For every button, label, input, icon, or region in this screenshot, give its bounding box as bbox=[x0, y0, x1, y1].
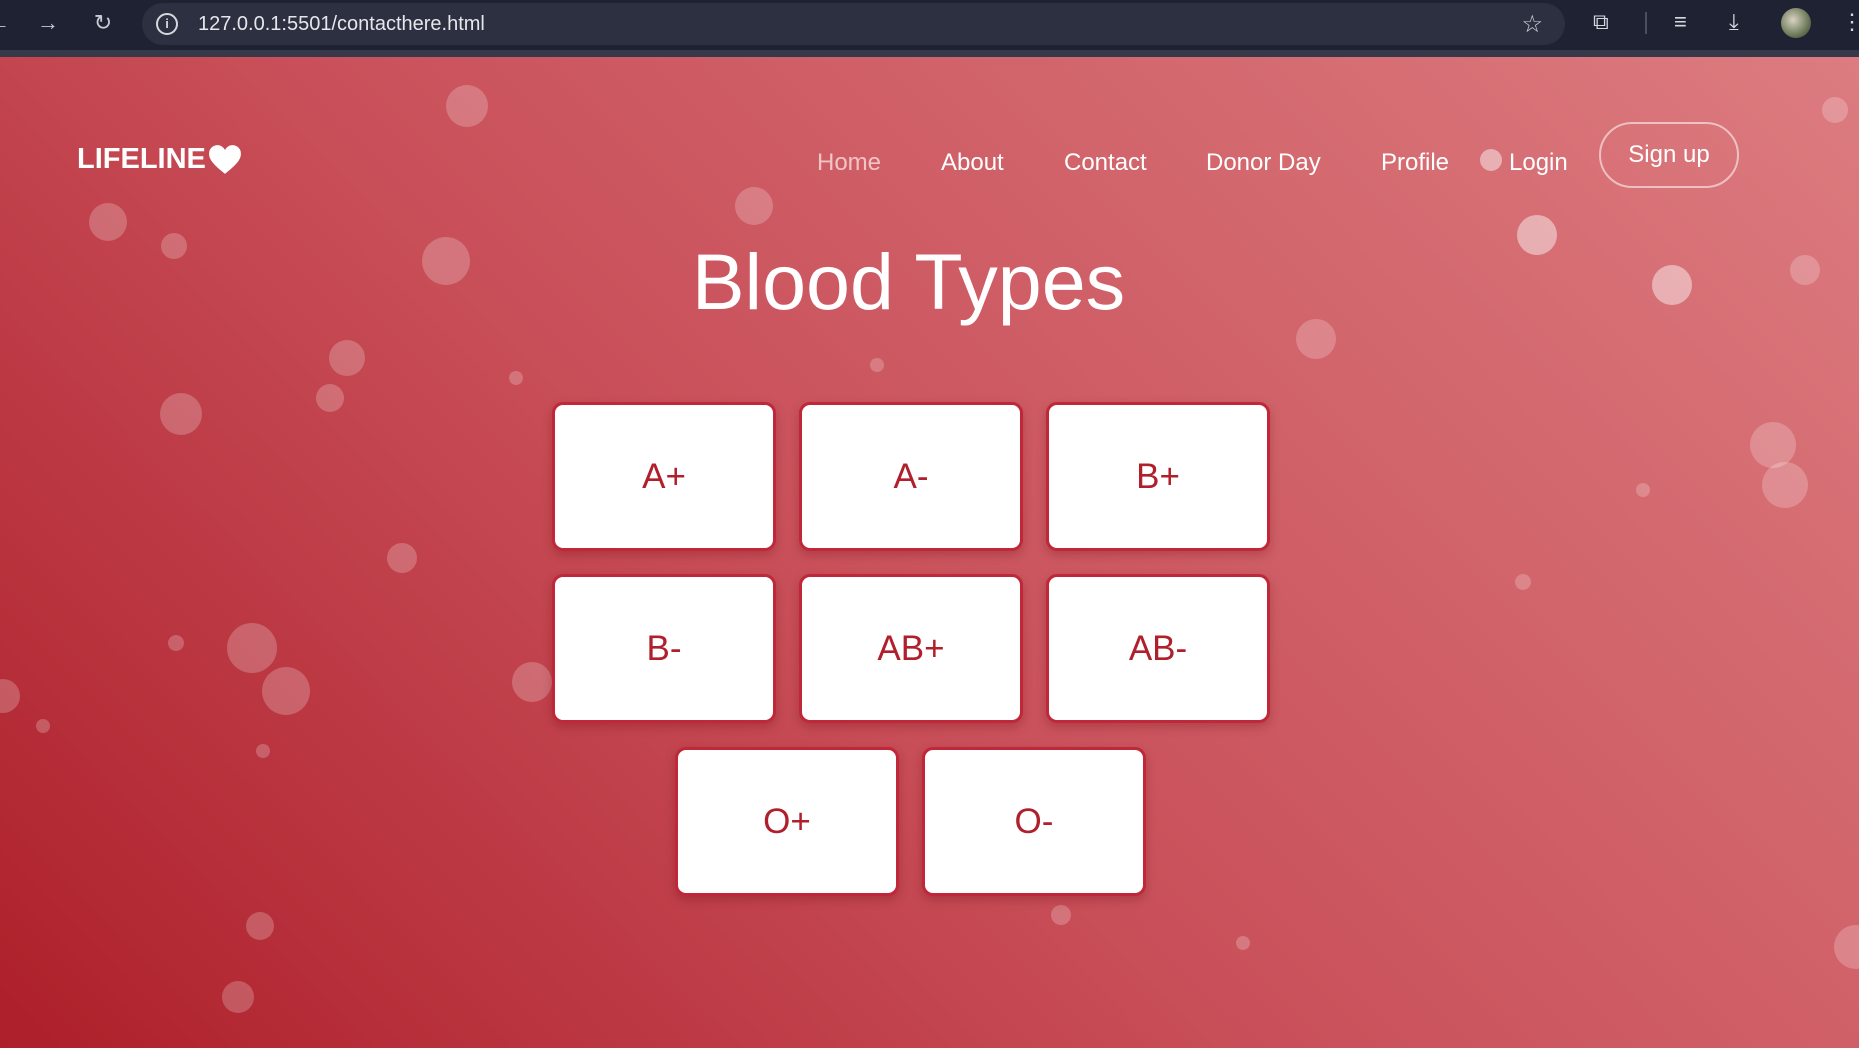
decorative-bubble bbox=[246, 912, 274, 940]
blood-type-card-a-pos[interactable]: A+ bbox=[552, 402, 776, 551]
decorative-bubble bbox=[1236, 936, 1250, 950]
decorative-bubble bbox=[227, 623, 277, 673]
decorative-bubble bbox=[168, 635, 184, 651]
forward-arrow-icon[interactable]: → bbox=[35, 10, 61, 36]
decorative-bubble bbox=[512, 662, 552, 702]
extensions-icon[interactable]: ⧉ bbox=[1593, 9, 1609, 35]
nav-link-profile[interactable]: Profile bbox=[1381, 143, 1449, 183]
info-icon[interactable]: i bbox=[156, 13, 178, 35]
decorative-bubble bbox=[329, 340, 365, 376]
back-arrow-icon[interactable]: ← bbox=[0, 10, 12, 36]
toolbar-divider bbox=[1645, 12, 1647, 34]
login-indicator-dot bbox=[1480, 149, 1502, 171]
url-text[interactable]: 127.0.0.1:5501/contacthere.html bbox=[198, 13, 485, 35]
decorative-bubble bbox=[1636, 483, 1650, 497]
blood-type-card-o-pos[interactable]: O+ bbox=[675, 747, 899, 896]
blood-type-card-ab-neg[interactable]: AB- bbox=[1046, 574, 1270, 723]
decorative-bubble bbox=[387, 543, 417, 573]
decorative-bubble bbox=[446, 85, 488, 127]
blood-type-card-a-neg[interactable]: A- bbox=[799, 402, 1023, 551]
profile-avatar[interactable] bbox=[1781, 8, 1811, 38]
signup-button[interactable]: Sign up bbox=[1599, 122, 1739, 188]
decorative-bubble bbox=[870, 358, 884, 372]
decorative-bubble bbox=[0, 679, 20, 713]
address-bar[interactable]: i 127.0.0.1:5501/contacthere.html ☆ bbox=[142, 3, 1565, 45]
media-queue-icon[interactable]: ≡ bbox=[1674, 9, 1687, 35]
nav-link-contact[interactable]: Contact bbox=[1064, 143, 1147, 183]
decorative-bubble bbox=[262, 667, 310, 715]
decorative-bubble bbox=[1834, 925, 1859, 969]
download-icon[interactable]: ⤓ bbox=[1729, 9, 1739, 35]
decorative-bubble bbox=[256, 744, 270, 758]
blood-type-card-ab-pos[interactable]: AB+ bbox=[799, 574, 1023, 723]
decorative-bubble bbox=[1762, 462, 1808, 508]
main-nav: Home About Contact Donor Day Profile Log… bbox=[0, 143, 1859, 183]
decorative-bubble bbox=[1750, 422, 1796, 468]
blood-type-card-b-neg[interactable]: B- bbox=[552, 574, 776, 723]
menu-icon[interactable]: ⋮ bbox=[1841, 9, 1859, 35]
decorative-bubble bbox=[735, 187, 773, 225]
nav-link-donor-day[interactable]: Donor Day bbox=[1206, 143, 1321, 183]
page-title: Blood Types bbox=[691, 237, 1126, 326]
browser-toolbar: ← → ↻ i 127.0.0.1:5501/contacthere.html … bbox=[0, 0, 1859, 57]
toolbar-bottom-strip bbox=[0, 50, 1859, 57]
star-icon[interactable]: ☆ bbox=[1521, 10, 1543, 39]
decorative-bubble bbox=[316, 384, 344, 412]
page-background: LIFELINE Home About Contact Donor Day Pr… bbox=[0, 57, 1859, 1048]
nav-link-login[interactable]: Login bbox=[1509, 143, 1568, 183]
decorative-bubble bbox=[36, 719, 50, 733]
nav-link-about[interactable]: About bbox=[941, 143, 1004, 183]
reload-icon[interactable]: ↻ bbox=[90, 10, 116, 36]
decorative-bubble bbox=[509, 371, 523, 385]
decorative-bubble bbox=[89, 203, 127, 241]
decorative-bubble bbox=[1515, 574, 1531, 590]
decorative-bubble bbox=[1051, 905, 1071, 925]
nav-link-home[interactable]: Home bbox=[817, 143, 881, 183]
blood-type-card-o-neg[interactable]: O- bbox=[922, 747, 1146, 896]
decorative-bubble bbox=[1822, 97, 1848, 123]
blood-type-card-b-pos[interactable]: B+ bbox=[1046, 402, 1270, 551]
decorative-bubble bbox=[160, 393, 202, 435]
decorative-bubble bbox=[222, 981, 254, 1013]
